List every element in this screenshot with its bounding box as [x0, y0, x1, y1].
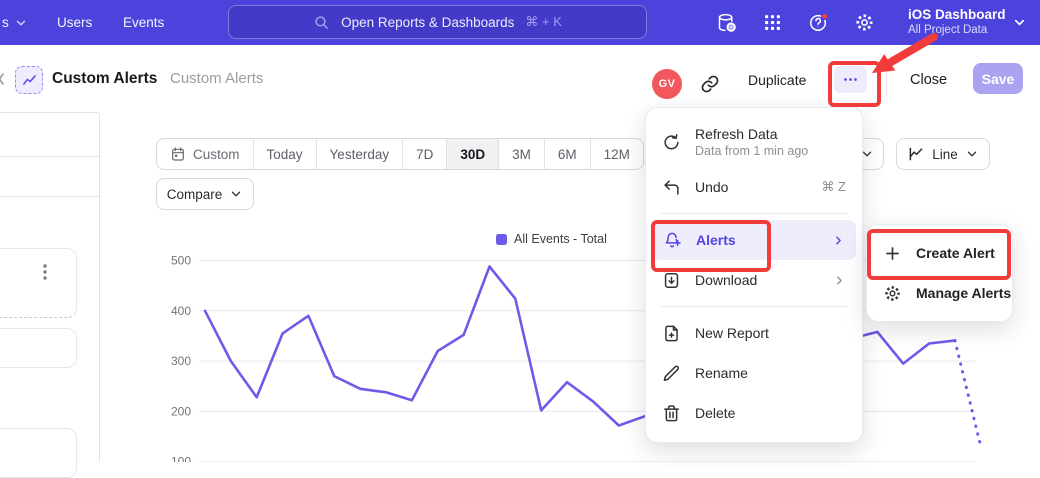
ellipsis-icon: [842, 71, 859, 88]
builder-card[interactable]: [0, 328, 77, 368]
report-header: Custom Alerts Custom Alerts GV Duplicate…: [0, 45, 1040, 105]
report-type-icon: [15, 66, 43, 94]
help-icon[interactable]: [808, 12, 829, 33]
trash-icon: [662, 404, 681, 423]
chevron-down-icon: [965, 147, 979, 161]
chevron-right-icon: [833, 274, 846, 287]
rail-divider: [0, 196, 99, 197]
range-custom[interactable]: Custom: [157, 139, 253, 169]
menu-divider: [660, 213, 848, 214]
rail-divider: [0, 156, 99, 157]
chevron-down-icon: [14, 16, 28, 30]
download-icon: [662, 271, 681, 290]
svg-text:400: 400: [171, 304, 191, 318]
refresh-subtitle: Data from 1 min ago: [695, 144, 808, 158]
manage-alerts-item[interactable]: Manage Alerts: [867, 273, 1012, 313]
bell-plus-icon: [663, 231, 682, 250]
chart-type-button[interactable]: Line: [896, 138, 990, 170]
range-12m[interactable]: 12M: [590, 139, 643, 169]
project-chevron-icon[interactable]: [1012, 15, 1027, 30]
nav-item-users[interactable]: Users: [57, 0, 92, 45]
file-plus-icon: [662, 324, 681, 343]
avatar[interactable]: GV: [652, 69, 682, 99]
svg-text:300: 300: [171, 354, 191, 368]
refresh-label: Refresh Data: [695, 126, 808, 142]
chart-legend[interactable]: All Events - Total: [496, 232, 607, 246]
legend-swatch: [496, 234, 507, 245]
duplicate-button[interactable]: Duplicate: [748, 67, 806, 93]
refresh-data-item[interactable]: Refresh Data Data from 1 min ago: [646, 117, 862, 167]
data-sources-icon[interactable]: [716, 12, 737, 33]
create-alert-item[interactable]: Create Alert: [867, 233, 1012, 273]
page-title: Custom Alerts: [52, 65, 157, 93]
undo-shortcut: ⌘ Z: [821, 179, 846, 195]
svg-text:200: 200: [171, 404, 191, 418]
project-scope: All Project Data: [908, 23, 1006, 37]
chevron-right-icon: [832, 234, 845, 247]
range-today[interactable]: Today: [253, 139, 316, 169]
refresh-icon: [662, 133, 681, 152]
range-6m[interactable]: 6M: [544, 139, 590, 169]
range-30d[interactable]: 30D: [446, 139, 498, 169]
breadcrumb: Custom Alerts: [170, 65, 263, 93]
svg-text:500: 500: [171, 254, 191, 268]
delete-item[interactable]: Delete: [646, 393, 862, 433]
undo-item[interactable]: Undo ⌘ Z: [646, 167, 862, 207]
calendar-icon: [170, 146, 186, 162]
search-placeholder: Open Reports & Dashboards: [341, 15, 514, 30]
nav-item-events[interactable]: Events: [123, 0, 164, 45]
header-divider: [886, 71, 887, 95]
line-chart-icon: [907, 145, 925, 163]
builder-card[interactable]: [0, 428, 77, 478]
chevron-down-icon: [229, 187, 243, 201]
rename-item[interactable]: Rename: [646, 353, 862, 393]
gear-icon: [883, 284, 902, 303]
alerts-menu-item[interactable]: Alerts: [652, 220, 856, 260]
notification-dot: [822, 13, 828, 19]
nav-item-partial[interactable]: s: [2, 0, 28, 45]
project-name: iOS Dashboard: [908, 6, 1006, 23]
settings-gear-icon[interactable]: [854, 12, 875, 33]
compare-button[interactable]: Compare: [156, 178, 254, 210]
project-selector[interactable]: iOS Dashboard All Project Data: [908, 6, 1006, 37]
kebab-menu-icon[interactable]: [38, 261, 52, 287]
range-yesterday[interactable]: Yesterday: [316, 139, 403, 169]
svg-text:100: 100: [171, 455, 191, 462]
builder-card[interactable]: [0, 248, 77, 318]
legend-label: All Events - Total: [514, 232, 607, 246]
clipped-edge-icon: [0, 71, 5, 87]
range-3m[interactable]: 3M: [498, 139, 544, 169]
global-search[interactable]: Open Reports & Dashboards ⌘ + K: [228, 5, 647, 39]
undo-icon: [662, 178, 681, 197]
report-options-menu: Refresh Data Data from 1 min ago Undo ⌘ …: [645, 107, 863, 443]
plus-icon: [883, 244, 902, 263]
search-icon: [313, 14, 330, 31]
date-range-segmented-control: Custom Today Yesterday 7D 30D 3M 6M 12M: [156, 138, 644, 170]
alerts-submenu: Create Alert Manage Alerts: [866, 224, 1013, 322]
sidebar-border: [99, 113, 100, 462]
save-button[interactable]: Save: [973, 63, 1023, 94]
top-nav-bar: s Users Events Open Reports & Dashboards…: [0, 0, 1040, 45]
new-report-item[interactable]: New Report: [646, 313, 862, 353]
pencil-icon: [662, 364, 681, 383]
more-options-button[interactable]: [834, 66, 867, 93]
rail-divider: [0, 112, 99, 113]
close-button[interactable]: Close: [910, 67, 947, 93]
menu-divider: [660, 306, 848, 307]
range-7d[interactable]: 7D: [402, 139, 446, 169]
download-item[interactable]: Download: [646, 260, 862, 300]
apps-grid-icon[interactable]: [762, 12, 783, 33]
copy-link-icon[interactable]: [700, 74, 720, 94]
search-shortcut: ⌘ + K: [525, 14, 562, 30]
